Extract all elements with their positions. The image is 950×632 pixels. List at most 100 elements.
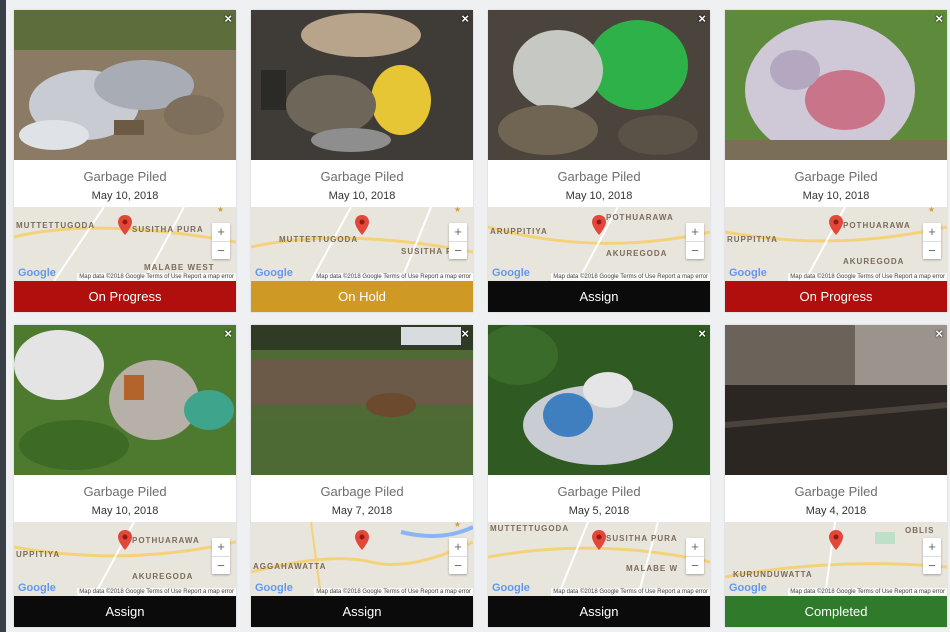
zoom-out-button[interactable]: − — [923, 556, 941, 574]
map-attribution[interactable]: Map data ©2018 Google Terms of Use Repor… — [77, 273, 236, 281]
close-icon[interactable]: × — [224, 12, 232, 26]
location-map[interactable]: POTHUARAWA ARUPPITIYA AKUREGODA + − Goog… — [488, 207, 710, 281]
complaint-card[interactable]: × Garbage Piled May 10, 2018 POTHUARAWA … — [488, 10, 710, 312]
garbage-photo: × — [251, 325, 473, 475]
complaint-card[interactable]: × Garbage Piled May 10, 2018 MUTTETTUGOD… — [251, 10, 473, 312]
google-logo: Google — [492, 267, 530, 279]
zoom-out-button[interactable]: − — [212, 241, 230, 259]
map-place-label: KURUNDUWATTA — [733, 570, 813, 579]
map-zoom-control: + − — [923, 223, 941, 259]
location-map[interactable]: MUTTETTUGODA SUSITHA PURA MALABE W + − G… — [488, 522, 710, 596]
map-place-label: SUSITHA P — [401, 247, 453, 256]
card-date: May 10, 2018 — [802, 190, 870, 202]
status-button[interactable]: Assign — [488, 596, 710, 627]
card-date: May 7, 2018 — [331, 505, 393, 517]
zoom-in-button[interactable]: + — [212, 223, 230, 241]
map-pin-icon[interactable] — [355, 530, 369, 550]
garbage-photo: × — [725, 325, 947, 475]
map-attribution[interactable]: Map data ©2018 Google Terms of Use Repor… — [551, 588, 710, 596]
star-icon: ★ — [927, 207, 935, 214]
star-icon: ★ — [216, 207, 224, 214]
complaint-card[interactable]: × Garbage Piled May 4, 2018 KURUNDUWATTA… — [725, 325, 947, 627]
card-date: May 10, 2018 — [91, 190, 159, 202]
map-place-label: POTHUARAWA — [132, 536, 200, 545]
zoom-in-button[interactable]: + — [686, 223, 704, 241]
zoom-out-button[interactable]: − — [923, 241, 941, 259]
star-icon: ★ — [453, 522, 461, 529]
zoom-in-button[interactable]: + — [923, 223, 941, 241]
map-attribution[interactable]: Map data ©2018 Google Terms of Use Repor… — [314, 273, 473, 281]
status-button[interactable]: Completed — [725, 596, 947, 627]
map-place-label: POTHUARAWA — [606, 213, 674, 222]
status-button[interactable]: On Progress — [14, 281, 236, 312]
card-date: May 4, 2018 — [805, 505, 867, 517]
card-date: May 10, 2018 — [328, 190, 396, 202]
close-icon[interactable]: × — [461, 327, 469, 341]
location-map[interactable]: MUTTETTUGODA SUSITHA PURA MALABE WEST ★ … — [14, 207, 236, 281]
map-place-label: POTHUARAWA — [843, 221, 911, 230]
zoom-out-button[interactable]: − — [449, 241, 467, 259]
zoom-in-button[interactable]: + — [212, 538, 230, 556]
zoom-out-button[interactable]: − — [686, 241, 704, 259]
card-title: Garbage Piled — [320, 484, 404, 499]
close-icon[interactable]: × — [698, 327, 706, 341]
map-place-label: SUSITHA PURA — [606, 534, 678, 543]
map-attribution[interactable]: Map data ©2018 Google Terms of Use Repor… — [788, 273, 947, 281]
location-map[interactable]: AGGAHAWATTA ★ + − Google Map data ©2018 … — [251, 522, 473, 596]
map-attribution[interactable]: Map data ©2018 Google Terms of Use Repor… — [314, 588, 473, 596]
location-map[interactable]: KURUNDUWATTA OBLIS + − Google Map data ©… — [725, 522, 947, 596]
status-button[interactable]: Assign — [488, 281, 710, 312]
map-place-label: ARUPPITIYA — [490, 227, 548, 236]
map-zoom-control: + − — [212, 223, 230, 259]
location-map[interactable]: POTHUARAWA UPPITIYA AKUREGODA + − Google… — [14, 522, 236, 596]
complaint-card[interactable]: × Garbage Piled May 7, 2018 AGGAHAWATTA … — [251, 325, 473, 627]
map-attribution[interactable]: Map data ©2018 Google Terms of Use Repor… — [551, 273, 710, 281]
complaint-card-grid: × Garbage Piled May 10, 2018 MUTTETTUGOD… — [14, 10, 947, 627]
google-logo: Google — [492, 582, 530, 594]
card-title: Garbage Piled — [794, 484, 878, 499]
close-icon[interactable]: × — [224, 327, 232, 341]
garbage-photo: × — [14, 325, 236, 475]
map-place-label: MUTTETTUGODA — [279, 235, 359, 244]
zoom-out-button[interactable]: − — [686, 556, 704, 574]
zoom-out-button[interactable]: − — [212, 556, 230, 574]
zoom-in-button[interactable]: + — [449, 223, 467, 241]
zoom-out-button[interactable]: − — [449, 556, 467, 574]
google-logo: Google — [255, 582, 293, 594]
location-map[interactable]: POTHUARAWA RUPPITIYA AKUREGODA ★ + − Goo… — [725, 207, 947, 281]
map-pin-icon[interactable] — [355, 215, 369, 235]
complaint-card[interactable]: × Garbage Piled May 10, 2018 POTHUARAWA … — [725, 10, 947, 312]
complaint-card[interactable]: × Garbage Piled May 5, 2018 MUTTETTUGODA… — [488, 325, 710, 627]
map-pin-icon[interactable] — [829, 530, 843, 550]
location-map[interactable]: MUTTETTUGODA SUSITHA P ★ + − Google Map … — [251, 207, 473, 281]
status-button[interactable]: Assign — [14, 596, 236, 627]
garbage-photo: × — [488, 10, 710, 160]
status-button[interactable]: Assign — [251, 596, 473, 627]
status-button[interactable]: On Hold — [251, 281, 473, 312]
map-zoom-control: + − — [449, 538, 467, 574]
garbage-photo: × — [725, 10, 947, 160]
zoom-in-button[interactable]: + — [686, 538, 704, 556]
card-date: May 5, 2018 — [568, 505, 630, 517]
close-icon[interactable]: × — [698, 12, 706, 26]
card-title: Garbage Piled — [794, 169, 878, 184]
map-attribution[interactable]: Map data ©2018 Google Terms of Use Repor… — [788, 588, 947, 596]
map-attribution[interactable]: Map data ©2018 Google Terms of Use Repor… — [77, 588, 236, 596]
close-icon[interactable]: × — [461, 12, 469, 26]
zoom-in-button[interactable]: + — [923, 538, 941, 556]
map-pin-icon[interactable] — [118, 530, 132, 550]
map-pin-icon[interactable] — [592, 530, 606, 550]
map-zoom-control: + − — [686, 223, 704, 259]
google-logo: Google — [729, 582, 767, 594]
close-icon[interactable]: × — [935, 327, 943, 341]
complaint-card[interactable]: × Garbage Piled May 10, 2018 POTHUARAWA … — [14, 325, 236, 627]
map-place-label: RUPPITIYA — [727, 235, 778, 244]
map-place-label: MUTTETTUGODA — [16, 221, 96, 230]
map-pin-icon[interactable] — [592, 215, 606, 235]
complaint-card[interactable]: × Garbage Piled May 10, 2018 MUTTETTUGOD… — [14, 10, 236, 312]
status-button[interactable]: On Progress — [725, 281, 947, 312]
map-pin-icon[interactable] — [829, 215, 843, 235]
map-pin-icon[interactable] — [118, 215, 132, 235]
close-icon[interactable]: × — [935, 12, 943, 26]
zoom-in-button[interactable]: + — [449, 538, 467, 556]
